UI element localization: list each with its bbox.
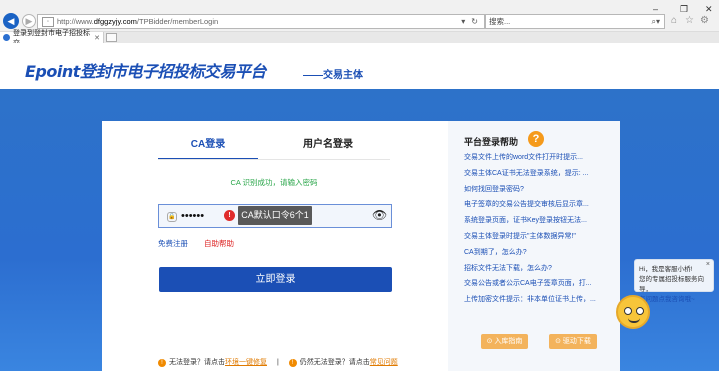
- login-tabs: CA登录 用户名登录: [158, 132, 390, 160]
- self-help-link[interactable]: 自助帮助: [204, 238, 234, 249]
- help-item[interactable]: 交易公告或者公示CA电子签章页面，打...: [464, 278, 614, 294]
- tab-divider: [158, 159, 390, 160]
- mascot-avatar[interactable]: [616, 295, 650, 329]
- tab-username-login[interactable]: 用户名登录: [278, 132, 378, 158]
- help-item[interactable]: 系统登录页面，证书Key登录按钮无法...: [464, 215, 614, 231]
- separator: |: [276, 359, 279, 366]
- dropdown-icon[interactable]: ▾: [461, 17, 465, 26]
- question-icon: ?: [528, 131, 544, 147]
- troubleshoot-text-2: 仍然无法登录？请点击: [299, 359, 370, 366]
- favorites-icon[interactable]: ☆: [685, 15, 694, 26]
- ca-success-message: CA 识别成功，请输入密码: [230, 178, 318, 187]
- tab-close-icon[interactable]: ✕: [94, 34, 100, 42]
- alert-icon: !: [224, 210, 235, 221]
- forward-button[interactable]: ▶: [22, 14, 36, 28]
- troubleshoot-bar: ! 无法登录？请点击环境一键修复 | ! 仍然无法登录？请点击常见问题: [158, 357, 398, 367]
- mascot-eye-icon: [624, 307, 632, 315]
- help-item[interactable]: 交易主体CA证书无法登录系统，提示: ...: [464, 168, 614, 184]
- home-icon[interactable]: ⌂: [671, 15, 677, 26]
- download-icon: ⊙: [555, 338, 563, 345]
- arrow-left-icon: ◀: [7, 15, 15, 26]
- close-button[interactable]: ✕: [705, 4, 713, 15]
- chat-prompt: 有问题点我咨询哦~: [639, 296, 695, 303]
- arrow-right-icon: ▶: [25, 15, 33, 26]
- site-subtitle: ——交易主体: [303, 70, 363, 81]
- troubleshoot-text-1: 无法登录？请点击: [169, 359, 225, 366]
- login-button[interactable]: 立即登录: [159, 267, 392, 292]
- site-logo: Epoint登封市电子招投标交易平台: [25, 62, 266, 81]
- tab-bar: 登录到登封市电子招投标交... ✕: [0, 30, 719, 47]
- help-item[interactable]: 电子签章的交易公告提交审核后显示章...: [464, 199, 614, 215]
- chat-desc: 您的专属招投标服务向导，: [639, 276, 704, 293]
- new-tab-button[interactable]: [106, 33, 117, 42]
- password-value: ••••••: [181, 210, 205, 222]
- env-repair-link[interactable]: 环境一键修复: [225, 359, 267, 366]
- tab-ca-login[interactable]: CA登录: [158, 132, 258, 160]
- favicon-icon: [3, 34, 10, 41]
- warning-icon: !: [288, 359, 297, 367]
- mascot-mouth: [628, 318, 640, 323]
- password-hint-tooltip: CA默认口令6个1: [238, 206, 312, 225]
- help-item[interactable]: 招标文件无法下载，怎么办?: [464, 263, 614, 279]
- help-item[interactable]: 上传加密文件提示：非本单位证书上传，...: [464, 294, 614, 310]
- page-icon: ▫: [42, 16, 54, 27]
- settings-icon[interactable]: ⚙: [700, 15, 709, 26]
- browser-titlebar: – ❐ ✕ ◀ ▶ ▫ http://www.dfggzyjy.com/TPBi…: [0, 0, 719, 32]
- eye-icon[interactable]: 👁: [372, 208, 387, 222]
- help-item[interactable]: 交易主体登录时提示"主体数据异常!": [464, 231, 614, 247]
- maximize-button[interactable]: ❐: [680, 4, 688, 15]
- chat-greeting: Hi，我是客服小桥!: [639, 266, 693, 273]
- minimize-button[interactable]: –: [653, 4, 658, 14]
- warning-icon: !: [158, 359, 166, 367]
- help-title: 平台登录帮助: [464, 137, 519, 147]
- chat-bubble[interactable]: Hi，我是客服小桥! 您的专属招投标服务向导， 有问题点我咨询哦~ ×: [634, 259, 714, 303]
- search-icon[interactable]: ⌕▾: [652, 17, 661, 27]
- search-placeholder: 搜索...: [489, 17, 511, 26]
- help-item[interactable]: 交易文件上传的word文件打开时提示...: [464, 152, 614, 168]
- chat-close-icon[interactable]: ×: [706, 261, 710, 268]
- storage-guide-button[interactable]: ⊙ 入库指南: [481, 334, 528, 349]
- lock-icon: 🔒: [167, 212, 177, 222]
- driver-download-label: 驱动下载: [562, 338, 591, 345]
- url-text: http://www.dfggzyjy.com/TPBidder/memberL…: [57, 17, 219, 26]
- faq-link[interactable]: 常见问题: [370, 359, 398, 366]
- search-box[interactable]: 搜索... ⌕▾: [485, 14, 665, 29]
- address-bar[interactable]: ▫ http://www.dfggzyjy.com/TPBidder/membe…: [37, 14, 485, 29]
- help-list: 交易文件上传的word文件打开时提示... 交易主体CA证书无法登录系统，提示:…: [464, 152, 614, 310]
- browser-tab[interactable]: 登录到登封市电子招投标交... ✕: [0, 30, 104, 47]
- driver-download-button[interactable]: ⊙ 驱动下载: [549, 334, 597, 349]
- storage-guide-label: 入库指南: [494, 338, 523, 345]
- help-item[interactable]: CA到期了，怎么办?: [464, 247, 614, 263]
- register-link[interactable]: 免费注册: [158, 238, 188, 249]
- help-item[interactable]: 如何找回登录密码?: [464, 184, 614, 200]
- refresh-icon[interactable]: ↻: [471, 17, 478, 26]
- mascot-eye-icon: [636, 307, 644, 315]
